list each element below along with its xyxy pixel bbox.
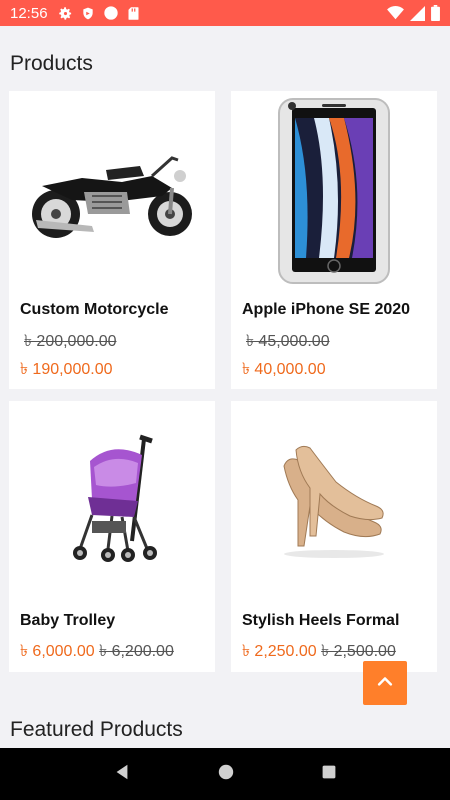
scroll-top-button[interactable] [363, 661, 407, 705]
chevron-up-icon [375, 671, 395, 696]
shield-icon [81, 6, 95, 21]
recents-icon[interactable] [321, 764, 337, 785]
navigation-bar [0, 748, 450, 800]
product-image-stroller [9, 401, 215, 601]
product-card-motorcycle[interactable]: Custom Motorcycle ৳ 200,000.00 ৳ 190,000… [9, 91, 215, 389]
product-old-price: ৳ 2,500.00 [321, 643, 396, 660]
product-old-price-line: ৳ 45,000.00 [246, 328, 330, 355]
battery-icon [431, 5, 440, 21]
back-icon[interactable] [113, 763, 131, 786]
circle-icon [103, 5, 119, 21]
signal-icon [410, 5, 425, 21]
product-price-line: ৳ 6,000.00 ৳ 6,200.00 [20, 638, 174, 665]
product-card-iphone[interactable]: Apple iPhone SE 2020 ৳ 45,000.00 ৳ 40,00… [231, 91, 437, 389]
product-old-price: ৳ 200,000.00 [24, 333, 117, 350]
product-old-price: ৳ 6,200.00 [99, 643, 174, 660]
product-card-baby-trolley[interactable]: Baby Trolley ৳ 6,000.00 ৳ 6,200.00 [9, 401, 215, 672]
product-new-price: ৳ 190,000.00 [20, 361, 113, 378]
product-image-heels [231, 401, 437, 601]
products-section-title: Products [10, 52, 93, 75]
featured-section-title: Featured Products [10, 718, 183, 741]
status-time: 12:56 [10, 4, 48, 22]
product-new-price: ৳ 6,000.00 [20, 643, 95, 660]
product-name: Apple iPhone SE 2020 [242, 301, 411, 318]
product-image-phone [231, 91, 437, 291]
product-new-price-line: ৳ 190,000.00 [20, 356, 113, 383]
product-card-heels[interactable]: Stylish Heels Formal ৳ 2,250.00 ৳ 2,500.… [231, 401, 437, 672]
product-image-motorcycle [9, 91, 215, 291]
product-new-price: ৳ 40,000.00 [242, 361, 326, 378]
sd-card-icon [127, 6, 140, 21]
product-old-price-line: ৳ 200,000.00 [24, 328, 117, 355]
gear-icon [58, 6, 73, 21]
product-name: Custom Motorcycle [20, 301, 169, 318]
wifi-icon [387, 6, 404, 20]
status-bar: 12:56 [0, 0, 450, 26]
product-name: Baby Trolley [20, 612, 116, 629]
home-icon[interactable] [217, 763, 235, 786]
product-new-price: ৳ 2,250.00 [242, 643, 317, 660]
status-icons-left [58, 5, 140, 21]
product-old-price: ৳ 45,000.00 [246, 333, 330, 350]
status-icons-right [387, 5, 440, 21]
product-name: Stylish Heels Formal [242, 612, 400, 629]
product-new-price-line: ৳ 40,000.00 [242, 356, 326, 383]
